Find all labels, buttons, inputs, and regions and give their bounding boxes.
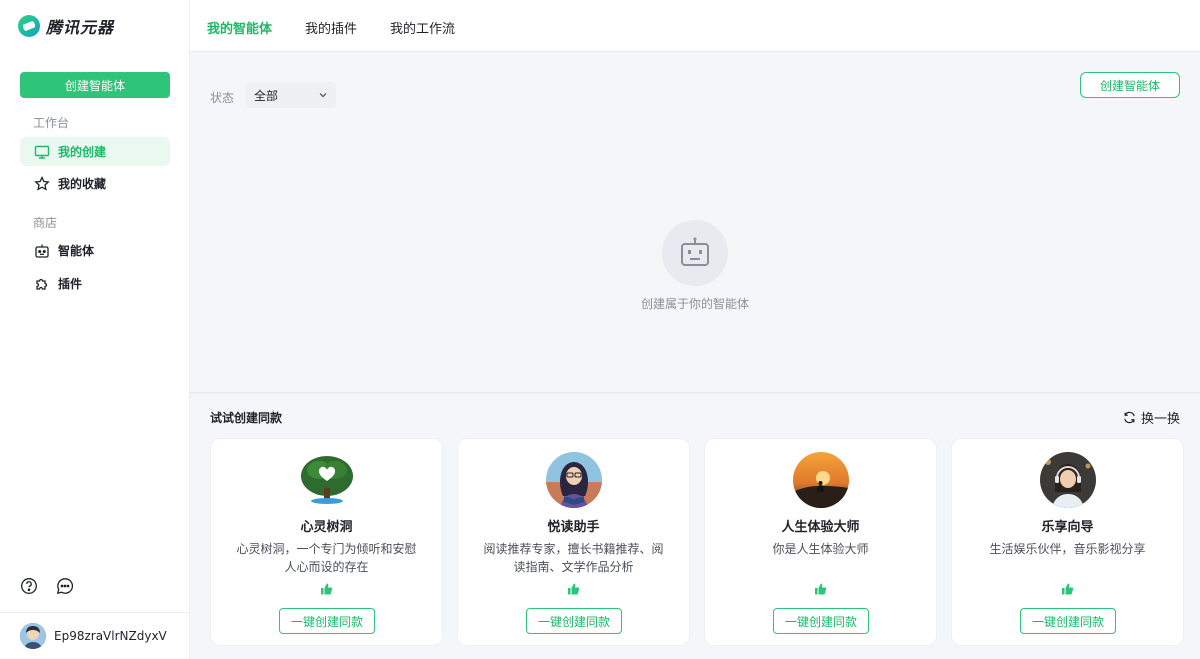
sidebar-item-label: 插件 [58,277,83,291]
sidebar: 腾讯元器 创建智能体 工作台 我的创建 我的收藏 商店 智能体 插件 Ep98z… [0,0,190,659]
status-filter-select[interactable]: 全部 [246,82,336,108]
user-profile[interactable]: Ep98zraVlrNZdyxV [0,612,190,659]
life-master-avatar [793,452,849,508]
robot-icon [35,244,49,258]
help-icon[interactable] [20,577,38,595]
template-card-fun-guide[interactable]: 乐享向导 生活娱乐伙伴，音乐影视分享 一键创建同款 [951,438,1184,646]
thumbs-up-icon [815,583,827,595]
chevron-down-icon [319,93,327,98]
sidebar-footer [20,577,74,595]
top-tabs: 我的智能体 我的插件 我的工作流 [190,0,1200,52]
logo-icon [18,15,40,37]
card-title: 人生体验大师 [781,520,860,535]
sidebar-item-my-favorites[interactable]: 我的收藏 [20,169,170,198]
sidebar-item-label: 智能体 [58,244,95,258]
refresh-button[interactable]: 换一换 [1123,408,1180,427]
workspace-group-label: 工作台 [33,116,70,130]
template-section: 试试创建同款 换一换 心灵树洞 心灵树洞，一个专门为倾听和安慰人心而设的存在 一… [190,392,1200,659]
logo[interactable]: 腾讯元器 [18,14,114,38]
create-agent-button[interactable]: 创建智能体 [20,72,170,98]
thumbs-up-icon [568,583,580,595]
heart-tree-avatar [299,452,355,508]
create-same-button[interactable]: 一键创建同款 [1020,608,1116,634]
template-section-title: 试试创建同款 [210,411,283,425]
refresh-icon [1124,411,1135,424]
card-description: 你是人生体验大师 [772,542,869,556]
template-card-life-master[interactable]: 人生体验大师 你是人生体验大师 一键创建同款 [704,438,937,646]
monitor-icon [34,145,50,159]
tab-my-workflows[interactable]: 我的工作流 [390,18,455,37]
create-agent-outline-button[interactable]: 创建智能体 [1080,72,1180,98]
sidebar-item-label: 我的创建 [58,145,107,159]
tab-my-agents[interactable]: 我的智能体 [207,18,272,37]
thumbs-up-icon [321,583,333,595]
thumbs-up-icon [1062,583,1074,595]
app-name: 腾讯元器 [46,18,115,37]
create-same-button[interactable]: 一键创建同款 [279,608,375,634]
store-group-label: 商店 [33,216,58,230]
agent-list-area: 状态 全部 创建智能体 创建属于你的智能体 [190,52,1200,392]
fun-guide-avatar [1040,452,1096,508]
empty-state-text: 创建属于你的智能体 [640,297,749,311]
card-title: 悦读助手 [547,520,600,535]
puzzle-icon [36,278,48,290]
template-card-reading-assistant[interactable]: 悦读助手 阅读推荐专家，擅长书籍推荐、阅读指南、文学作品分析 一键创建同款 [457,438,690,646]
star-icon [34,175,50,191]
status-filter-value: 全部 [254,88,279,103]
sidebar-item-agents[interactable]: 智能体 [20,236,170,265]
sidebar-item-my-creations[interactable]: 我的创建 [20,137,170,166]
avatar [20,623,46,649]
card-title: 乐享向导 [1041,520,1094,535]
card-description: 生活娱乐伙伴，音乐影视分享 [989,542,1146,556]
sidebar-item-plugins[interactable]: 插件 [20,269,170,298]
status-filter-label: 状态 [210,91,235,105]
card-title: 心灵树洞 [300,520,353,535]
sidebar-item-label: 我的收藏 [58,177,107,191]
card-description: 阅读推荐专家，擅长书籍推荐、阅读指南、文学作品分析 [483,542,664,574]
reading-assistant-avatar [546,452,602,508]
template-card-heart-tree[interactable]: 心灵树洞 心灵树洞，一个专门为倾听和安慰人心而设的存在 一键创建同款 [210,438,443,646]
empty-state-robot-icon [662,220,728,286]
tab-my-plugins[interactable]: 我的插件 [305,18,357,37]
create-same-button[interactable]: 一键创建同款 [773,608,869,634]
refresh-label: 换一换 [1140,412,1180,427]
create-same-button[interactable]: 一键创建同款 [526,608,622,634]
card-description: 心灵树洞，一个专门为倾听和安慰人心而设的存在 [236,542,417,574]
user-name: Ep98zraVlrNZdyxV [54,629,167,643]
feedback-icon[interactable] [56,577,74,595]
